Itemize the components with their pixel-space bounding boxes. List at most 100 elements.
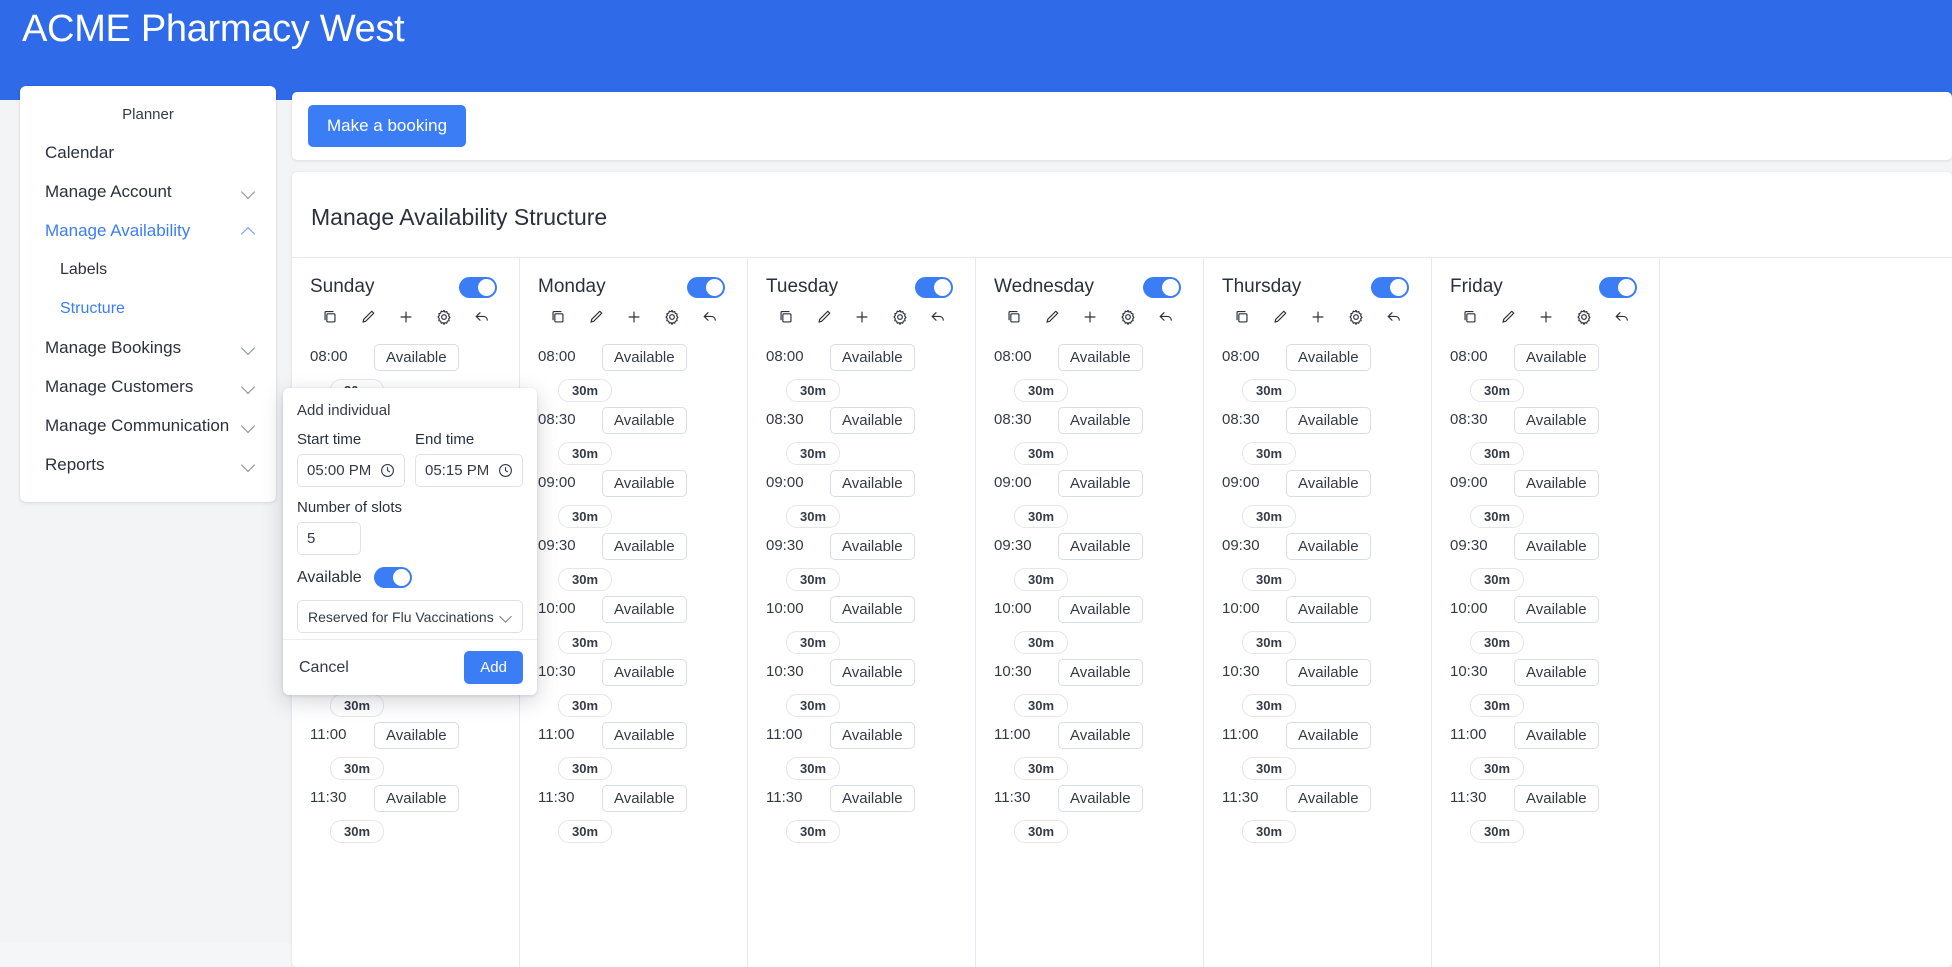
slot-row[interactable]: 08:00 Available 30m: [976, 338, 1203, 402]
gear-icon[interactable]: [1119, 308, 1137, 326]
slot-row[interactable]: 10:30 Available 30m: [1432, 653, 1659, 717]
edit-pencil-icon[interactable]: [1271, 308, 1289, 326]
day-enabled-toggle[interactable]: [1599, 276, 1637, 298]
day-enabled-toggle[interactable]: [1371, 276, 1409, 298]
gear-icon[interactable]: [891, 308, 909, 326]
slot-status-chip[interactable]: Available: [830, 722, 915, 749]
plus-icon[interactable]: [853, 308, 871, 326]
clock-icon[interactable]: [498, 463, 513, 478]
slot-status-chip[interactable]: Available: [374, 344, 459, 371]
slot-row[interactable]: 08:30 Available 30m: [748, 401, 975, 465]
slot-status-chip[interactable]: Available: [1514, 659, 1599, 686]
gear-icon[interactable]: [435, 308, 453, 326]
slot-row[interactable]: 08:00 Available 30m: [1432, 338, 1659, 402]
chevron-down-icon[interactable]: [242, 380, 256, 394]
slot-row[interactable]: 10:30 Available 30m: [976, 653, 1203, 717]
slot-status-chip[interactable]: Available: [1514, 470, 1599, 497]
sidebar-item-manage-account[interactable]: Manage Account: [20, 172, 276, 211]
slot-status-chip[interactable]: Available: [602, 722, 687, 749]
slot-row[interactable]: 08:30 Available 30m: [976, 401, 1203, 465]
slot-row[interactable]: 11:00 Available 30m: [976, 716, 1203, 780]
slot-status-chip[interactable]: Available: [1286, 470, 1371, 497]
start-time-input[interactable]: 05:00 PM: [297, 454, 405, 487]
plus-icon[interactable]: [1081, 308, 1099, 326]
slot-status-chip[interactable]: Available: [1514, 407, 1599, 434]
clock-icon[interactable]: [380, 463, 395, 478]
sidebar-item-calendar[interactable]: Calendar: [20, 133, 276, 172]
slot-row[interactable]: 11:30 Available 30m: [1204, 779, 1431, 843]
slot-status-chip[interactable]: Available: [602, 533, 687, 560]
slot-status-chip[interactable]: Available: [1514, 344, 1599, 371]
slot-status-chip[interactable]: Available: [830, 659, 915, 686]
number-of-slots-input[interactable]: 5: [297, 522, 361, 555]
slot-status-chip[interactable]: Available: [830, 344, 915, 371]
slot-row[interactable]: 10:30 Available 30m: [748, 653, 975, 717]
slot-status-chip[interactable]: Available: [1058, 407, 1143, 434]
slot-row[interactable]: 11:30 Available 30m: [292, 779, 519, 843]
sidebar-item-reports[interactable]: Reports: [20, 445, 276, 484]
undo-arrow-icon[interactable]: [1385, 308, 1403, 326]
slot-row[interactable]: 08:30 Available 30m: [1432, 401, 1659, 465]
slot-row[interactable]: 08:30 Available 30m: [1204, 401, 1431, 465]
plus-icon[interactable]: [397, 308, 415, 326]
chevron-down-icon[interactable]: [242, 185, 256, 199]
slot-row[interactable]: 09:00 Available 30m: [520, 464, 747, 528]
slot-row[interactable]: 10:00 Available 30m: [976, 590, 1203, 654]
chevron-up-icon[interactable]: [242, 224, 256, 238]
gear-icon[interactable]: [1575, 308, 1593, 326]
slot-status-chip[interactable]: Available: [1058, 722, 1143, 749]
slot-status-chip[interactable]: Available: [1514, 722, 1599, 749]
slot-status-chip[interactable]: Available: [1286, 785, 1371, 812]
slot-row[interactable]: 11:00 Available 30m: [292, 716, 519, 780]
slot-row[interactable]: 11:00 Available 30m: [1204, 716, 1431, 780]
day-enabled-toggle[interactable]: [915, 276, 953, 298]
slot-row[interactable]: 10:30 Available 30m: [520, 653, 747, 717]
sidebar-item-manage-customers[interactable]: Manage Customers: [20, 367, 276, 406]
slot-status-chip[interactable]: Available: [1286, 533, 1371, 560]
slot-row[interactable]: 09:00 Available 30m: [1204, 464, 1431, 528]
slot-status-chip[interactable]: Available: [830, 533, 915, 560]
copy-icon[interactable]: [549, 308, 567, 326]
copy-icon[interactable]: [1461, 308, 1479, 326]
slot-status-chip[interactable]: Available: [1286, 344, 1371, 371]
slot-status-chip[interactable]: Available: [1514, 533, 1599, 560]
label-select[interactable]: Reserved for Flu Vaccinations: [297, 600, 523, 633]
slot-row[interactable]: 10:00 Available 30m: [1432, 590, 1659, 654]
sidebar-item-structure[interactable]: Structure: [20, 289, 276, 328]
plus-icon[interactable]: [1309, 308, 1327, 326]
slot-row[interactable]: 11:30 Available 30m: [976, 779, 1203, 843]
gear-icon[interactable]: [663, 308, 681, 326]
slot-status-chip[interactable]: Available: [602, 659, 687, 686]
slot-status-chip[interactable]: Available: [1058, 344, 1143, 371]
slot-row[interactable]: 08:00 Available 30m: [748, 338, 975, 402]
slot-status-chip[interactable]: Available: [1058, 533, 1143, 560]
slot-status-chip[interactable]: Available: [1286, 659, 1371, 686]
slot-row[interactable]: 11:30 Available 30m: [520, 779, 747, 843]
undo-arrow-icon[interactable]: [701, 308, 719, 326]
slot-row[interactable]: 08:00 Available 30m: [520, 338, 747, 402]
slot-row[interactable]: 11:00 Available 30m: [1432, 716, 1659, 780]
edit-pencil-icon[interactable]: [1499, 308, 1517, 326]
sidebar-item-manage-availability[interactable]: Manage Availability: [20, 211, 276, 250]
sidebar-item-labels[interactable]: Labels: [20, 250, 276, 289]
day-enabled-toggle[interactable]: [459, 276, 497, 298]
plus-icon[interactable]: [1537, 308, 1555, 326]
slot-status-chip[interactable]: Available: [1286, 722, 1371, 749]
sidebar-item-manage-bookings[interactable]: Manage Bookings: [20, 328, 276, 367]
slot-row[interactable]: 09:30 Available 30m: [1432, 527, 1659, 591]
slot-status-chip[interactable]: Available: [602, 470, 687, 497]
edit-pencil-icon[interactable]: [359, 308, 377, 326]
slot-status-chip[interactable]: Available: [602, 785, 687, 812]
slot-status-chip[interactable]: Available: [1058, 785, 1143, 812]
slot-row[interactable]: 08:00 Available 30m: [1204, 338, 1431, 402]
edit-pencil-icon[interactable]: [1043, 308, 1061, 326]
slot-row[interactable]: 09:30 Available 30m: [748, 527, 975, 591]
slot-row[interactable]: 09:00 Available 30m: [976, 464, 1203, 528]
slot-row[interactable]: 08:30 Available 30m: [520, 401, 747, 465]
slot-row[interactable]: 10:00 Available 30m: [748, 590, 975, 654]
chevron-down-icon[interactable]: [242, 341, 256, 355]
slot-row[interactable]: 09:30 Available 30m: [976, 527, 1203, 591]
copy-icon[interactable]: [321, 308, 339, 326]
edit-pencil-icon[interactable]: [815, 308, 833, 326]
slot-status-chip[interactable]: Available: [1286, 596, 1371, 623]
